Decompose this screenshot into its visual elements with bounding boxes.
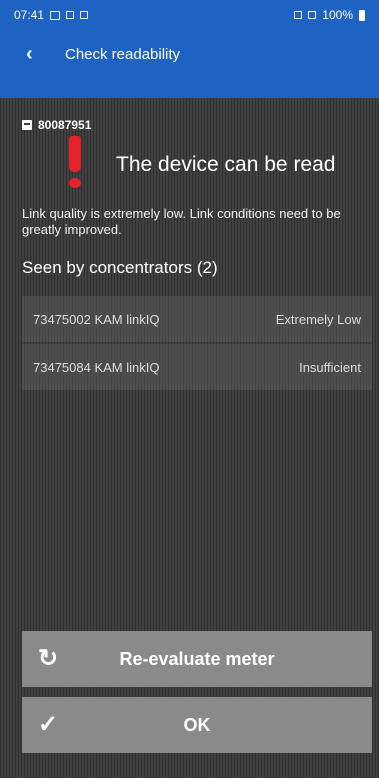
ok-button[interactable]: ✓ OK bbox=[22, 697, 372, 753]
notification-icon bbox=[80, 11, 89, 19]
concentrator-list: 73475002 KAM linkIQ Extremely Low 734750… bbox=[22, 296, 372, 392]
meter-icon bbox=[22, 120, 32, 130]
gallery-notification-icon bbox=[50, 10, 61, 20]
status-right: 100% bbox=[294, 8, 365, 22]
status-left: 07:41 bbox=[14, 8, 89, 22]
back-arrow-icon[interactable]: ‹ bbox=[26, 44, 48, 64]
exclamation-icon bbox=[66, 136, 84, 190]
status-time: 07:41 bbox=[14, 8, 45, 22]
link-quality-description: Link quality is extremely low. Link cond… bbox=[22, 206, 341, 237]
wifi-icon bbox=[294, 11, 303, 19]
battery-icon bbox=[359, 9, 365, 21]
concentrators-title: Seen by concentrators (2) bbox=[22, 258, 218, 277]
reevaluate-label: Re-evaluate meter bbox=[119, 648, 275, 669]
app-notification-icon bbox=[66, 11, 75, 19]
page-title: Check readability bbox=[65, 45, 181, 63]
meter-id: 80087951 bbox=[38, 118, 92, 132]
signal-icon bbox=[308, 11, 317, 19]
checkmark-icon: ✓ bbox=[38, 711, 59, 738]
screen: 07:41 100% ‹ Check readability 80087951 … bbox=[0, 0, 379, 778]
battery-percent: 100% bbox=[322, 8, 353, 22]
concentrator-row[interactable]: 73475084 KAM linkIQ Insufficient bbox=[22, 344, 372, 390]
meter-id-row: 80087951 bbox=[22, 118, 91, 132]
app-bar: ‹ Check readability bbox=[0, 30, 379, 98]
concentrator-quality: Extremely Low bbox=[275, 311, 361, 327]
reevaluate-meter-button[interactable]: ↻ Re-evaluate meter bbox=[22, 631, 372, 687]
concentrator-name: 73475084 KAM linkIQ bbox=[33, 359, 160, 375]
concentrator-row[interactable]: 73475002 KAM linkIQ Extremely Low bbox=[22, 296, 372, 342]
alert-row: The device can be read bbox=[66, 136, 335, 190]
concentrator-name: 73475002 KAM linkIQ bbox=[33, 311, 160, 327]
concentrator-quality: Insufficient bbox=[299, 359, 361, 375]
refresh-icon: ↻ bbox=[38, 645, 59, 672]
ok-label: OK bbox=[183, 714, 211, 735]
alert-message: The device can be read bbox=[116, 153, 336, 176]
status-bar: 07:41 100% bbox=[0, 0, 379, 30]
